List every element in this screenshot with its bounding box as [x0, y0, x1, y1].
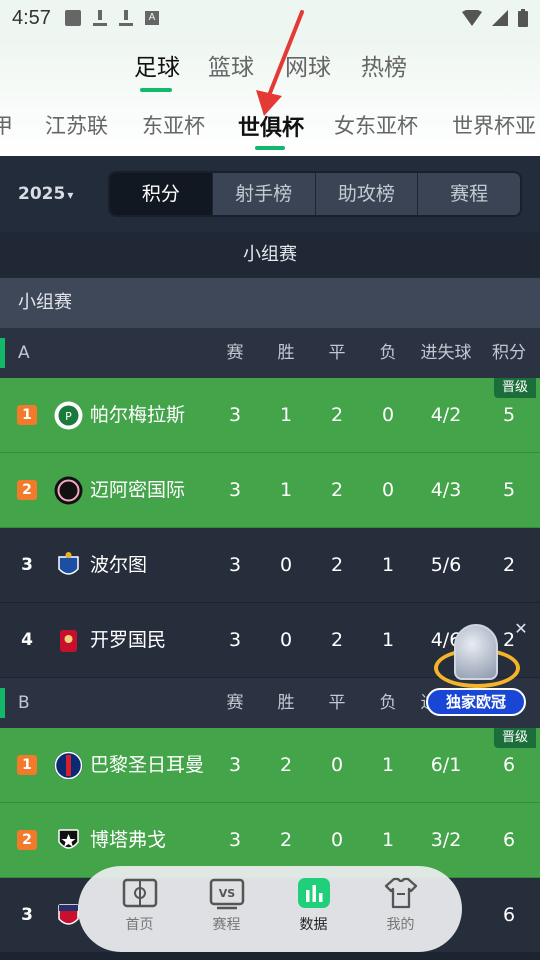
tab-label: 江苏联 [45, 114, 108, 138]
col-goals: 进失球 [420, 343, 472, 363]
segment-top-scorers[interactable]: 射手榜 [211, 173, 315, 215]
cell-goals: 6/1 [430, 754, 462, 776]
rank-number: 4 [21, 630, 33, 650]
cell-points: 6 [502, 829, 516, 851]
team-name: 开罗国民 [90, 629, 167, 651]
champions-league-promo[interactable]: 独家欧冠 ✕ [426, 620, 530, 718]
group-name: A [18, 343, 30, 363]
tab-label: 女东亚杯 [334, 114, 418, 138]
download-icon [92, 10, 107, 26]
tab-label: 足球 [134, 55, 180, 81]
team-name: 帕尔梅拉斯 [90, 404, 186, 426]
status-time: 4:57 [12, 6, 51, 29]
cell-points: 5 [502, 479, 516, 501]
table-row[interactable]: 3 波尔图 3 0 2 1 5/6 2 [0, 528, 540, 603]
svg-text:VS: VS [218, 887, 235, 900]
rank-badge: 1 [17, 755, 37, 775]
pitch-icon [122, 878, 157, 908]
tab-label: 热榜 [361, 55, 407, 81]
stats-segmented-control: 积分 射手榜 助攻榜 赛程 [108, 171, 522, 217]
table-row[interactable]: 2 迈阿密国际 3 1 2 0 4/3 5 [0, 453, 540, 528]
team-logo-psg-icon [54, 751, 83, 780]
jersey-icon [384, 877, 417, 909]
rank-badge: 2 [17, 480, 37, 500]
group-marker [0, 338, 5, 368]
cell-goals: 5/6 [430, 554, 462, 576]
tab-hot[interactable]: 热榜 [361, 48, 407, 82]
nav-schedule[interactable]: VS 赛程 [183, 866, 270, 952]
nav-label: 数据 [299, 917, 328, 933]
team-name: 巴黎圣日耳曼 [90, 754, 205, 776]
tab-label: 甲 [0, 114, 13, 138]
promo-label: 独家欧冠 [426, 688, 526, 716]
rank-badge: 1 [17, 405, 37, 425]
tab-label: 世界杯亚 [452, 114, 536, 138]
cell-points: 2 [502, 554, 516, 576]
team-name: 波尔图 [90, 554, 148, 576]
nav-label: 我的 [386, 917, 415, 933]
col-points: 积分 [492, 343, 526, 363]
qualified-badge: 晋级 [493, 378, 536, 398]
tab-label: 篮球 [208, 55, 254, 81]
segment-schedule[interactable]: 赛程 [417, 173, 520, 215]
team-logo-palmeiras-icon: P [54, 401, 83, 430]
nav-label: 赛程 [212, 917, 241, 933]
filter-row: 2025 ▾ 积分 射手榜 助攻榜 赛程 [0, 156, 540, 232]
nav-home[interactable]: 首页 [96, 866, 183, 952]
trophy-icon [454, 624, 498, 680]
annotation-arrow-icon [256, 10, 304, 116]
svg-text:P: P [65, 410, 72, 423]
rank-number: 3 [21, 905, 33, 925]
team-logo-porto-icon [58, 552, 79, 575]
rank-number: 3 [21, 555, 33, 575]
tab-competition-eaff[interactable]: 东亚杯 [142, 110, 205, 140]
font-icon: A [144, 11, 159, 25]
table-row[interactable]: 1 巴黎圣日耳曼 3 2 0 1 6/1 6 晋级 [0, 728, 540, 803]
bottom-nav: 首页 VS 赛程 数据 我的 [78, 866, 462, 952]
group-header-a: A 赛 胜 平 负 进失球 积分 [0, 328, 540, 378]
qualified-badge: 晋级 [493, 728, 536, 748]
season-selector[interactable]: 2025 ▾ [18, 184, 73, 204]
active-indicator [140, 88, 172, 92]
segment-assists[interactable]: 助攻榜 [314, 173, 418, 215]
tab-competition-jiangsu[interactable]: 江苏联 [45, 110, 108, 140]
tab-competition-wc-asia[interactable]: 世界杯亚 [452, 110, 536, 140]
chart-icon [297, 878, 330, 908]
active-indicator [255, 146, 285, 150]
close-icon[interactable]: ✕ [512, 620, 530, 638]
nav-label: 首页 [125, 917, 154, 933]
download-icon [118, 10, 133, 26]
rank-badge: 2 [17, 830, 37, 850]
tab-football[interactable]: 足球 [134, 48, 180, 92]
team-logo-al-ahly-icon [60, 630, 77, 652]
battery-icon [518, 9, 528, 27]
season-label: 2025 [18, 184, 66, 204]
cell-goals: 4/3 [430, 479, 462, 501]
image-icon [64, 10, 81, 26]
cell-goals: 4/2 [430, 404, 462, 426]
tab-label: 东亚杯 [142, 114, 205, 138]
nav-profile[interactable]: 我的 [357, 866, 444, 952]
segment-standings[interactable]: 积分 [110, 173, 212, 215]
tab-competition-partial[interactable]: 甲 [0, 110, 13, 140]
wifi-icon [462, 10, 482, 26]
group-name: B [18, 693, 30, 713]
table-row[interactable]: 1 P 帕尔梅拉斯 3 1 2 0 4/2 5 晋级 [0, 378, 540, 453]
signal-icon [492, 10, 508, 26]
cell-points: 6 [502, 904, 516, 926]
team-logo-inter-miami-icon [54, 476, 83, 505]
vs-icon: VS [209, 878, 244, 910]
nav-data[interactable]: 数据 [270, 866, 357, 952]
section-title: 小组赛 [0, 232, 540, 278]
tab-competition-eaff-women[interactable]: 女东亚杯 [334, 110, 418, 140]
subsection-header[interactable]: 小组赛 [0, 278, 540, 328]
chevron-down-icon: ▾ [67, 188, 74, 202]
group-marker [0, 688, 5, 718]
team-logo-botafogo-icon [58, 829, 79, 849]
team-name: 迈阿密国际 [90, 479, 186, 501]
tab-basketball[interactable]: 篮球 [208, 48, 254, 82]
